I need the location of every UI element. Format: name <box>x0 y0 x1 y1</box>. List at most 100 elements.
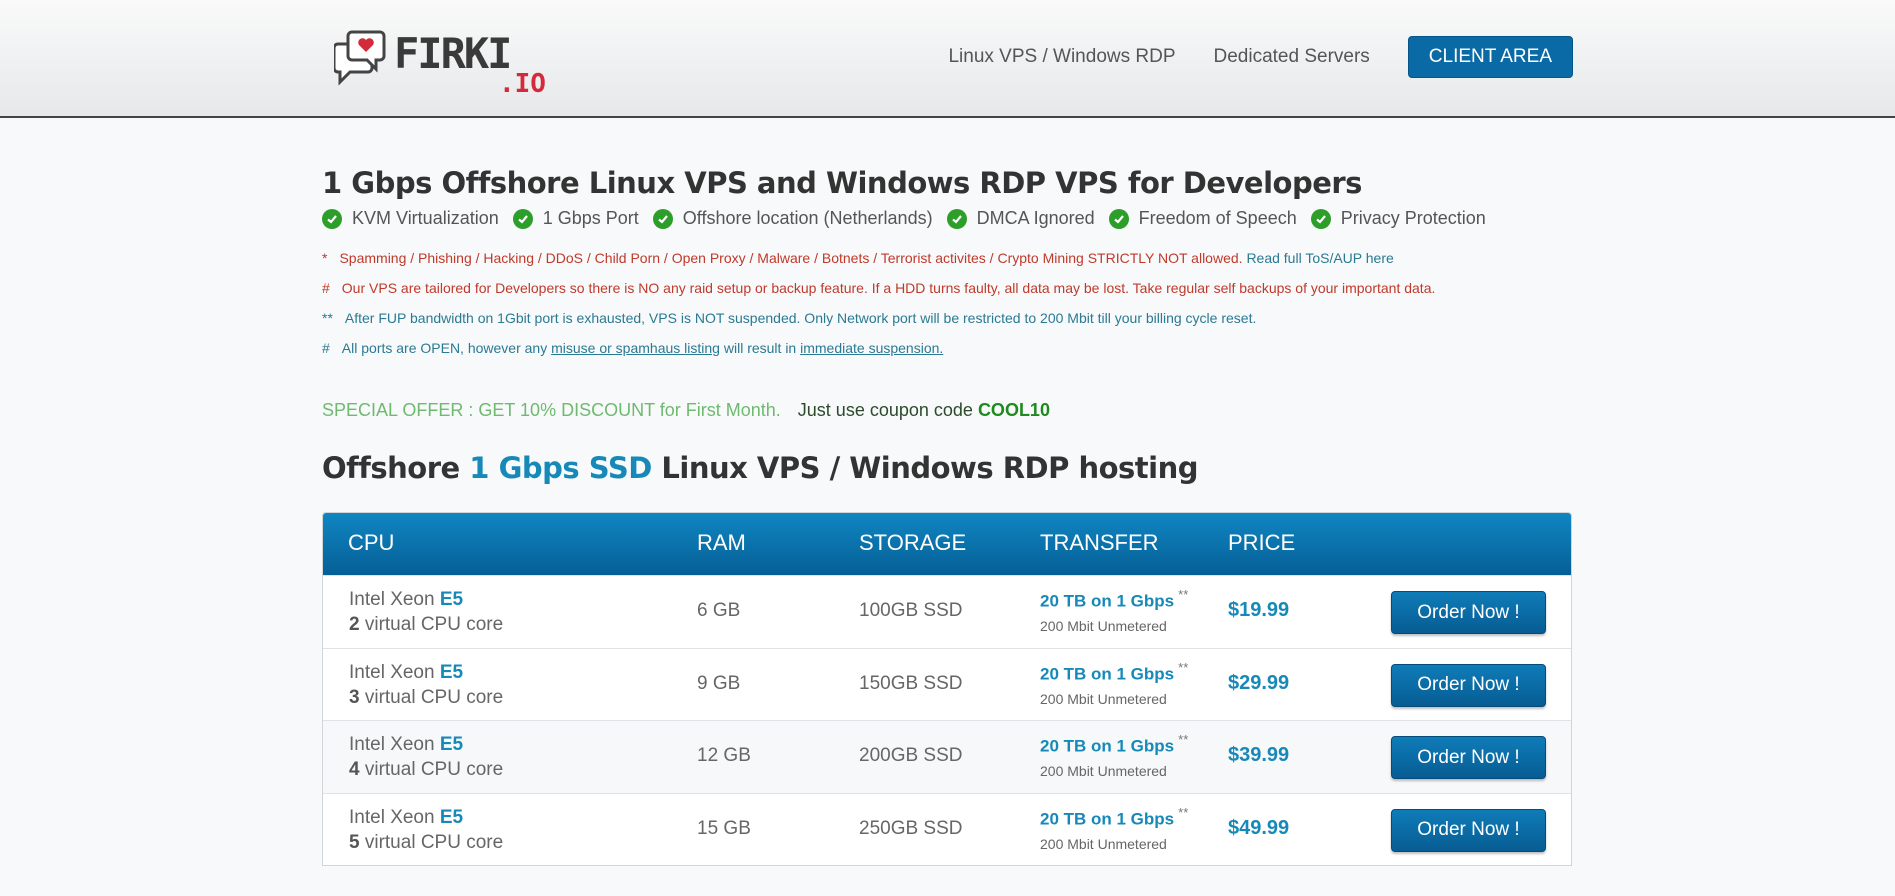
nav-dedicated-servers[interactable]: Dedicated Servers <box>1214 46 1370 68</box>
order-now-button[interactable]: Order Now ! <box>1391 591 1546 634</box>
storage-cell: 200GB SSD <box>859 745 963 766</box>
cpu-model: Intel Xeon <box>349 806 435 828</box>
note-mark: * <box>322 250 328 266</box>
price-cell: $49.99 <box>1228 816 1290 839</box>
ram-cell: 6 GB <box>697 600 741 621</box>
ram-cell: 9 GB <box>697 672 741 694</box>
feature-label: Offshore location (Netherlands) <box>682 208 933 228</box>
suspension-link[interactable]: immediate suspension. <box>800 340 943 356</box>
tos-link[interactable]: Read full ToS/AUP here <box>1246 250 1393 266</box>
feature-label: Privacy Protection <box>1340 208 1486 228</box>
core-count: 5 <box>349 831 360 853</box>
col-price: PRICE <box>1228 530 1296 555</box>
col-transfer: TRANSFER <box>1040 530 1159 555</box>
cpu-gen: E5 <box>439 806 464 828</box>
nav-linux-vps[interactable]: Linux VPS / Windows RDP <box>948 46 1175 68</box>
cpu-model: Intel Xeon <box>349 589 435 610</box>
cpu-cell: Intel Xeon E5 2 virtual CPU core <box>349 587 503 637</box>
chat-heart-icon: FIRKI .IO <box>334 29 546 98</box>
transfer-sub: 200 Mbit Unmetered <box>1040 690 1167 707</box>
note-text: Spamming / Phishing / Hacking / DDoS / C… <box>339 250 1243 266</box>
core-count: 4 <box>349 759 360 780</box>
feature-label: KVM Virtualization <box>352 208 499 228</box>
site-header: FIRKI .IO Linux VPS / Windows RDP Dedica… <box>0 0 1895 118</box>
table-row: Intel Xeon E5 5 virtual CPU core 15 GB 25… <box>323 792 1571 866</box>
coupon-label: Just use coupon code <box>797 400 973 420</box>
price-cell: $19.99 <box>1228 599 1290 621</box>
ram-cell: 15 GB <box>697 817 751 839</box>
note-prohibited: * Spamming / Phishing / Hacking / DDoS / … <box>322 250 1394 266</box>
check-icon <box>652 208 673 229</box>
cpu-gen: E5 <box>439 734 464 755</box>
brand-name: FIRKI <box>394 29 510 78</box>
price-cell: $29.99 <box>1228 671 1290 694</box>
transfer-sub: 200 Mbit Unmetered <box>1040 763 1167 780</box>
note-mark: # <box>322 340 330 356</box>
cpu-cell: Intel Xeon E5 5 virtual CPU core <box>349 805 503 855</box>
main-nav: Linux VPS / Windows RDP Dedicated Server… <box>948 36 1573 78</box>
core-label: virtual CPU core <box>364 614 504 635</box>
site-logo[interactable]: FIRKI .IO <box>334 28 564 98</box>
table-row: Intel Xeon E5 3 virtual CPU core 9 GB 150… <box>323 647 1571 721</box>
note-mark: ** <box>322 310 333 326</box>
core-count: 3 <box>349 686 360 708</box>
feature-item: Freedom of Speech <box>1108 208 1297 229</box>
storage-cell: 150GB SSD <box>859 672 963 694</box>
feature-label: 1 Gbps Port <box>542 208 639 228</box>
transfer-amount: 20 TB on 1 Gbps <box>1040 663 1175 683</box>
core-label: virtual CPU core <box>364 686 504 708</box>
check-icon <box>1310 208 1331 229</box>
col-cpu: CPU <box>348 530 395 555</box>
brand-tld: .IO <box>499 69 546 98</box>
offer-text: SPECIAL OFFER : GET 10% DISCOUNT for Fir… <box>322 400 781 420</box>
coupon-code: COOL10 <box>977 400 1050 420</box>
note-mark: # <box>322 280 330 296</box>
check-icon <box>946 208 967 229</box>
feature-item: Privacy Protection <box>1310 208 1486 229</box>
section-title: Offshore 1 Gbps SSD Linux VPS / Windows … <box>322 451 1198 485</box>
section-title-post: Linux VPS / Windows RDP hosting <box>661 451 1198 485</box>
note-no-backup: # Our VPS are tailored for Developers so … <box>322 280 1435 296</box>
cpu-gen: E5 <box>439 589 464 610</box>
check-icon <box>322 208 342 229</box>
feature-item: Offshore location (Netherlands) <box>652 208 933 229</box>
storage-cell: 100GB SSD <box>859 600 963 621</box>
page-title: 1 Gbps Offshore Linux VPS and Windows RD… <box>322 166 1362 200</box>
check-icon <box>512 208 533 229</box>
order-now-button[interactable]: Order Now ! <box>1391 736 1546 779</box>
order-now-button[interactable]: Order Now ! <box>1391 663 1546 707</box>
cpu-cell: Intel Xeon E5 3 virtual CPU core <box>349 660 503 710</box>
order-now-button[interactable]: Order Now ! <box>1391 808 1546 852</box>
cpu-gen: E5 <box>439 661 464 683</box>
ram-cell: 12 GB <box>697 745 751 766</box>
core-label: virtual CPU core <box>364 831 504 853</box>
note-text: Our VPS are tailored for Developers so t… <box>341 280 1436 296</box>
transfer-amount: 20 TB on 1 Gbps <box>1040 736 1175 756</box>
note-text: will result in <box>723 340 797 356</box>
price-cell: $39.99 <box>1228 744 1290 766</box>
transfer-footnote-mark: ** <box>1178 732 1189 747</box>
feature-label: DMCA Ignored <box>976 208 1095 228</box>
check-icon <box>1108 208 1129 229</box>
transfer-sub: 200 Mbit Unmetered <box>1040 835 1167 852</box>
feature-item: KVM Virtualization <box>322 208 499 229</box>
transfer-cell: 20 TB on 1 Gbps ** 200 Mbit Unmetered <box>1040 805 1188 852</box>
table-header: CPU RAM STORAGE TRANSFER PRICE <box>323 513 1571 575</box>
feature-item: 1 Gbps Port <box>512 208 639 229</box>
cpu-model: Intel Xeon <box>349 661 435 683</box>
pricing-table: CPU RAM STORAGE TRANSFER PRICE Intel Xeo… <box>322 512 1572 866</box>
misuse-link[interactable]: misuse or spamhaus listing <box>551 340 720 356</box>
core-count: 2 <box>349 614 360 635</box>
client-area-button[interactable]: CLIENT AREA <box>1407 36 1573 78</box>
note-text: All ports are OPEN, however any <box>341 340 548 356</box>
note-ports: # All ports are OPEN, however any misuse … <box>322 340 943 356</box>
note-text: After FUP bandwidth on 1Gbit port is exh… <box>344 310 1257 326</box>
transfer-footnote-mark: ** <box>1178 659 1189 675</box>
table-row: Intel Xeon E5 2 virtual CPU core 6 GB 100… <box>323 575 1571 648</box>
note-fup: ** After FUP bandwidth on 1Gbit port is e… <box>322 310 1256 326</box>
transfer-cell: 20 TB on 1 Gbps ** 200 Mbit Unmetered <box>1040 587 1188 634</box>
section-title-accent: 1 Gbps SSD <box>469 451 652 485</box>
table-row: Intel Xeon E5 4 virtual CPU core 12 GB 20… <box>323 720 1571 793</box>
storage-cell: 250GB SSD <box>859 817 963 839</box>
transfer-amount: 20 TB on 1 Gbps <box>1040 808 1175 828</box>
